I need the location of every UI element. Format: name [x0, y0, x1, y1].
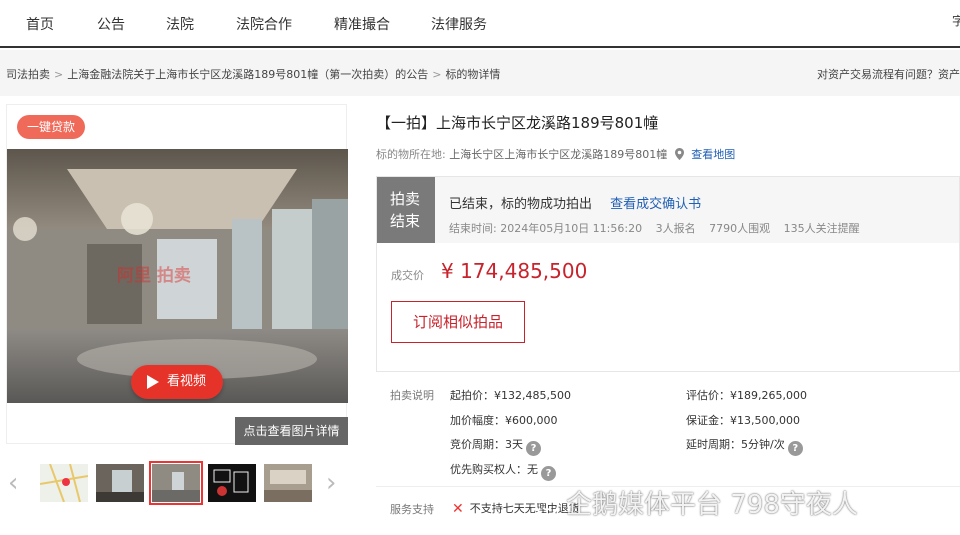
- breadcrumb-separator: >: [54, 68, 64, 81]
- thumbnail-map[interactable]: [40, 464, 88, 502]
- status-result: 已结束，标的物成功拍出 查看成交确认书: [449, 193, 701, 212]
- media-watermark: 企鹅媒体平台 798守夜人: [534, 484, 858, 521]
- map-thumb-icon: [40, 464, 88, 502]
- hall-thumb-icon: [152, 464, 200, 502]
- status-badge-line1: 拍卖: [390, 190, 421, 208]
- breadcrumb-bar: 司法拍卖 > 上海金融法院关于上海市长宁区龙溪路189号801幢（第一次拍卖）的公告…: [0, 50, 960, 96]
- viewer-count: 7790人围观: [709, 222, 771, 235]
- details-section-label: 拍卖说明: [390, 389, 434, 402]
- auction-status-panel: 拍卖 结束 已结束，标的物成功拍出 查看成交确认书 结束时间: 2024年05月…: [376, 176, 960, 372]
- service-section-label: 服务支持: [390, 503, 434, 516]
- follower-count: 135人关注提醒: [783, 222, 860, 235]
- status-stats: 结束时间: 2024年05月10日 11:56:20 3人报名 7790人围观 …: [449, 220, 870, 236]
- help-icon[interactable]: ?: [787, 441, 803, 456]
- location-value: 上海长宁区上海市长宁区龙溪路189号801幢: [449, 148, 668, 161]
- next-arrow-icon[interactable]: ›: [326, 470, 336, 496]
- extension-row: 延时周期：5分钟/次?: [686, 436, 803, 456]
- prev-arrow-icon[interactable]: ‹: [8, 470, 18, 496]
- end-time: 结束时间: 2024年05月10日 11:56:20: [449, 222, 643, 235]
- status-badge: 拍卖 结束: [377, 177, 435, 243]
- watch-video-label: 看视频: [167, 374, 207, 389]
- map-pin-icon: [674, 148, 684, 160]
- extension-period: 延时周期：5分钟/次: [686, 438, 785, 451]
- room-thumb-icon: [96, 464, 144, 502]
- lot-title: 【一拍】上海市长宁区龙溪路189号801幢: [376, 114, 659, 132]
- bid-period-row: 竞价周期：3天?: [450, 436, 541, 456]
- appraisal-price: 评估价：¥189,265,000: [686, 389, 807, 402]
- breadcrumb: 司法拍卖 > 上海金融法院关于上海市长宁区龙溪路189号801幢（第一次拍卖）的公告…: [6, 66, 500, 82]
- nav-courts[interactable]: 法院: [166, 14, 194, 34]
- play-icon: [147, 375, 159, 389]
- signup-count: 3人报名: [655, 222, 696, 235]
- view-photo-details-button[interactable]: 点击查看图片详情: [235, 417, 348, 445]
- help-question-link[interactable]: 对资产交易流程有问题？资产: [817, 66, 960, 82]
- nav-precise-matching[interactable]: 精准撮合: [334, 14, 390, 34]
- thumbnail-floorplan[interactable]: [208, 464, 256, 502]
- interior-thumb-icon: [264, 464, 312, 502]
- photo-watermark: 阿里 拍卖: [117, 266, 191, 286]
- auction-details: 拍卖说明 起拍价：¥132,485,500 评估价：¥189,265,000 加…: [376, 382, 960, 482]
- top-nav: 首页 公告 法院 法院合作 精准撮合 法律服务 字: [0, 0, 960, 48]
- bid-increment: 加价幅度：¥600,000: [450, 414, 558, 427]
- location-label: 标的物所在地:: [376, 148, 446, 161]
- help-icon[interactable]: ?: [526, 441, 541, 456]
- nav-court-cooperation[interactable]: 法院合作: [236, 14, 292, 34]
- floorplan-thumb-icon: [208, 464, 256, 502]
- priority-buyer: 优先购买权人：无: [450, 463, 538, 476]
- breadcrumb-announcement[interactable]: 上海金融法院关于上海市长宁区龙溪路189号801幢（第一次拍卖）的公告: [67, 68, 428, 81]
- media-watermark-text: 企鹅媒体平台 798守夜人: [566, 490, 858, 520]
- thumbnail-strip: ‹ ›: [6, 456, 347, 510]
- view-map-link[interactable]: 查看地图: [691, 148, 735, 161]
- help-icon[interactable]: ?: [541, 466, 556, 481]
- watch-video-button[interactable]: 看视频: [131, 365, 223, 399]
- final-price-value: ¥ 174,485,500: [441, 259, 588, 283]
- priority-buyer-row: 优先购买权人：无?: [450, 461, 556, 481]
- image-gallery: 一键贷款 阿里 拍卖 看视频 点击查看图片详情: [6, 104, 348, 445]
- breadcrumb-separator: >: [432, 68, 442, 81]
- nav-edge-glyph: 字: [952, 14, 960, 28]
- nav-legal-services[interactable]: 法律服务: [431, 14, 487, 34]
- view-confirmation-link[interactable]: 查看成交确认书: [610, 197, 701, 212]
- nav-home[interactable]: 首页: [26, 14, 54, 34]
- thumbnail-room[interactable]: [96, 464, 144, 502]
- thumbnail-interior[interactable]: [264, 464, 312, 502]
- nav-announcements[interactable]: 公告: [97, 14, 125, 34]
- breadcrumb-lot-detail: 标的物详情: [445, 68, 501, 81]
- deposit: 保证金：¥13,500,000: [686, 414, 800, 427]
- penguin-logo-icon: [535, 492, 559, 516]
- main-photo[interactable]: 阿里 拍卖 看视频: [7, 149, 348, 403]
- bid-period: 竞价周期：3天: [450, 438, 523, 451]
- subscribe-similar-button[interactable]: 订阅相似拍品: [391, 301, 525, 343]
- status-header: 拍卖 结束 已结束，标的物成功拍出 查看成交确认书 结束时间: 2024年05月…: [377, 177, 959, 243]
- breadcrumb-judicial-auction[interactable]: 司法拍卖: [6, 68, 50, 81]
- lot-location: 标的物所在地: 上海长宁区上海市长宁区龙溪路189号801幢 查看地图: [376, 146, 735, 162]
- status-result-text: 已结束，标的物成功拍出: [449, 197, 593, 212]
- final-price-label: 成交价: [391, 269, 424, 282]
- loan-badge[interactable]: 一键贷款: [17, 115, 86, 139]
- thumbnail-hall[interactable]: [149, 461, 203, 505]
- close-x-icon: ✕: [452, 501, 464, 517]
- status-badge-line2: 结束: [390, 212, 421, 230]
- start-price: 起拍价：¥132,485,500: [450, 389, 571, 402]
